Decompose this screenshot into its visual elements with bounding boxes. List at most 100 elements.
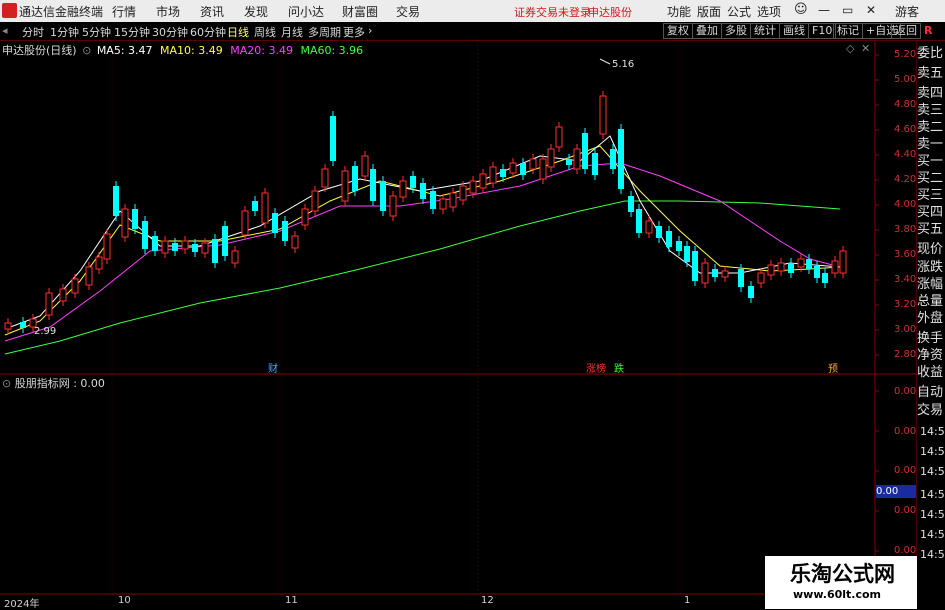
kline-chart[interactable] xyxy=(0,41,945,609)
candle-body xyxy=(666,231,672,247)
statistics-button[interactable]: 统计 xyxy=(750,23,780,39)
overlay-button[interactable]: 叠加 xyxy=(692,23,722,39)
side-label: 涨跌 xyxy=(917,260,944,275)
candle-body xyxy=(721,270,729,278)
period-multi[interactable]: 多周期 xyxy=(308,24,341,40)
ma10-label: MA10: 3.49 xyxy=(160,44,223,57)
candles xyxy=(4,58,847,334)
candle-body xyxy=(330,116,336,161)
limit-up-marker[interactable]: 涨榜 xyxy=(586,360,606,375)
candle-body xyxy=(439,198,447,210)
multi-stock-button[interactable]: 多股 xyxy=(721,23,751,39)
candle-body xyxy=(788,263,794,273)
period-more[interactable]: 更多 xyxy=(343,24,365,40)
back-arrow-icon[interactable]: ◂ xyxy=(2,24,8,37)
candle-body xyxy=(252,201,258,211)
forecast-marker[interactable]: 预 xyxy=(828,360,838,375)
period-60min[interactable]: 60分钟 xyxy=(190,24,226,40)
menu-quotes[interactable]: 行情 xyxy=(112,3,136,20)
candle-body xyxy=(71,278,79,294)
menu-market[interactable]: 市场 xyxy=(156,3,180,20)
menu-formula[interactable]: 公式 xyxy=(727,3,751,20)
y-tick: 2.80 xyxy=(894,349,917,360)
return-button[interactable]: 返回 xyxy=(891,23,921,39)
draw-line-button[interactable]: 画线 xyxy=(779,23,809,39)
high-price-label: 5.16 xyxy=(612,59,635,70)
candle-body xyxy=(676,241,682,251)
y-tick: 3.20 xyxy=(894,299,917,310)
trade-login-notice[interactable]: 证券交易未登录 xyxy=(514,4,591,20)
candle-body xyxy=(539,158,547,180)
menu-options[interactable]: 选项 xyxy=(757,3,781,20)
period-1min[interactable]: 1分钟 xyxy=(50,24,79,40)
x-axis: 2024年 10 11 12 1 xyxy=(0,595,765,610)
restore-icon[interactable]: ▭ xyxy=(842,3,853,17)
side-label: 换手 xyxy=(917,331,944,346)
adjust-button[interactable]: 复权 xyxy=(663,23,693,39)
candle-body xyxy=(20,322,26,328)
support-icon[interactable]: ☺ xyxy=(794,2,808,17)
candle-body xyxy=(311,190,319,212)
finance-marker[interactable]: 财 xyxy=(268,360,278,375)
chart-grid xyxy=(0,41,918,609)
period-30min[interactable]: 30分钟 xyxy=(152,24,188,40)
candle-body xyxy=(738,269,744,287)
panel-close-icon[interactable]: ✕ xyxy=(861,42,870,55)
side-label: 卖一 xyxy=(917,137,944,152)
menu-trade[interactable]: 交易 xyxy=(396,3,420,20)
menu-function[interactable]: 功能 xyxy=(667,3,691,20)
candle-body xyxy=(352,166,358,191)
period-5min[interactable]: 5分钟 xyxy=(82,24,111,40)
ma5-line xyxy=(4,135,841,330)
period-day[interactable]: 日线 xyxy=(227,24,249,40)
y-tick: 0.00 xyxy=(894,505,917,516)
candle-body xyxy=(806,259,812,269)
candle-body xyxy=(45,292,53,316)
period-month[interactable]: 月线 xyxy=(281,24,303,40)
mark-button[interactable]: 标记 xyxy=(833,23,863,39)
main-chart-header: 申达股份(日线) ⊙ MA5: 3.47 MA10: 3.49 MA20: 3.… xyxy=(2,42,363,58)
candle-body xyxy=(566,159,572,165)
settings-icon[interactable]: ⊙ xyxy=(82,44,91,57)
side-label: 收益 xyxy=(917,365,944,380)
candle-body xyxy=(599,95,607,135)
y-tick: 0.00 xyxy=(894,545,917,556)
side-label: 买四 xyxy=(917,205,944,220)
candle-body xyxy=(509,162,517,174)
candle-body xyxy=(261,192,269,224)
menu-xiaoda[interactable]: 问小达 xyxy=(288,3,324,20)
menu-news[interactable]: 资讯 xyxy=(200,3,224,20)
close-icon[interactable]: ✕ xyxy=(866,3,876,17)
panel-settings-icon[interactable]: ◇ xyxy=(846,42,854,55)
menu-discover[interactable]: 发现 xyxy=(244,3,268,20)
minimize-icon[interactable]: — xyxy=(818,3,830,17)
candle-body xyxy=(547,148,555,168)
chevron-right-icon[interactable]: › xyxy=(368,24,372,37)
indicator-settings-icon[interactable]: ⊙ xyxy=(2,377,11,390)
x-tick: 12 xyxy=(481,595,494,606)
menu-wealth[interactable]: 财富圈 xyxy=(342,3,378,20)
period-tick[interactable]: 分时 xyxy=(22,24,44,40)
candle-body xyxy=(573,148,581,170)
ma5-label: MA5: 3.47 xyxy=(96,44,153,57)
side-label: 买三 xyxy=(917,188,944,203)
candle-body xyxy=(241,210,249,236)
period-week[interactable]: 周线 xyxy=(254,24,276,40)
menu-layout[interactable]: 版面 xyxy=(697,3,721,20)
side-label: 买五 xyxy=(917,222,944,237)
ma20-label: MA20: 3.49 xyxy=(230,44,293,57)
side-label: 卖二 xyxy=(917,120,944,135)
candle-body xyxy=(459,185,467,201)
fall-marker[interactable]: 跌 xyxy=(614,360,624,375)
user-label[interactable]: 游客 xyxy=(895,3,919,20)
side-label: 现价 xyxy=(917,242,944,257)
period-15min[interactable]: 15分钟 xyxy=(114,24,150,40)
candle-body xyxy=(321,168,329,188)
r-icon[interactable]: R xyxy=(924,24,932,37)
y-tick: 4.00 xyxy=(894,199,917,210)
candle-body xyxy=(161,240,169,254)
candle-body xyxy=(636,209,642,233)
side-label: 涨幅 xyxy=(917,277,944,292)
side-label[interactable]: 自动 xyxy=(917,385,943,401)
side-label[interactable]: 交易 xyxy=(917,403,943,419)
